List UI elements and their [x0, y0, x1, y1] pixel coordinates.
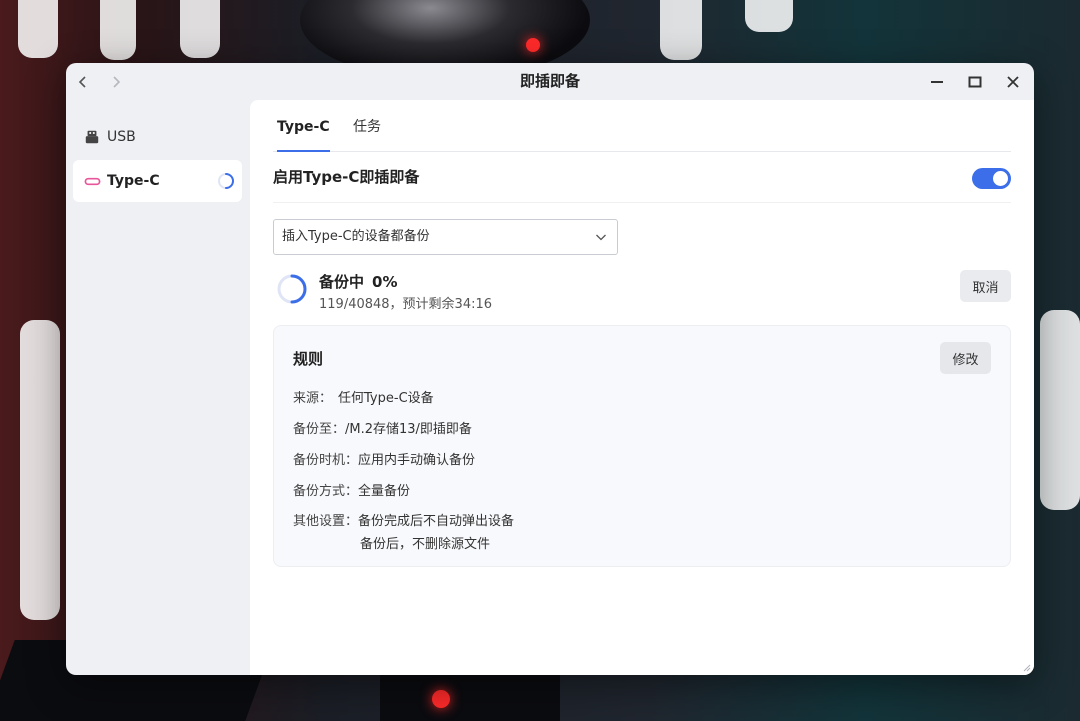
close-button[interactable] — [1001, 70, 1025, 94]
backup-progress-detail: 119/40848，预计剩余34:16 — [319, 297, 493, 312]
chevron-down-icon — [596, 234, 606, 241]
usb-icon — [83, 128, 101, 146]
backup-progress-spinner-icon — [277, 274, 307, 304]
minimize-icon — [931, 81, 943, 83]
backup-mode-value: 插入Type-C的设备都备份 — [282, 229, 430, 244]
loading-spinner-icon — [218, 173, 234, 189]
enable-setting-row: 启用Type-C即插即备 — [273, 152, 1011, 203]
rule-value: /M.2存储13/即插即备 — [345, 422, 472, 437]
rule-key: 来源： — [293, 391, 333, 406]
sidebar-item-label: USB — [107, 129, 136, 145]
rule-key: 备份至： — [293, 422, 346, 437]
chevron-left-icon — [78, 76, 86, 88]
tab-type-c[interactable]: Type-C — [277, 100, 330, 152]
back-button[interactable] — [72, 71, 94, 93]
chevron-right-icon — [113, 76, 121, 88]
rule-row-source: 来源： 任何Type-C设备 — [293, 387, 434, 406]
wallpaper-red-light — [432, 690, 450, 708]
rule-row-timing: 备份时机： 应用内手动确认备份 — [293, 449, 475, 468]
wallpaper-light-shape — [1040, 310, 1080, 510]
rule-key: 备份方式： — [293, 484, 359, 499]
rules-card: 规则 修改 来源： 任何Type-C设备 备份至： /M.2存储13/即插即备 … — [273, 325, 1011, 567]
rule-row-other: 其他设置： 备份完成后不自动弹出设备 — [293, 510, 514, 529]
sidebar-item-usb[interactable]: USB — [73, 116, 242, 158]
rule-value: 备份完成后不自动弹出设备 — [358, 514, 515, 529]
backup-status-label: 备份中 — [319, 273, 365, 291]
wallpaper-light-shape — [20, 320, 60, 620]
maximize-button[interactable] — [963, 70, 987, 94]
backup-mode-select[interactable]: 插入Type-C的设备都备份 — [273, 219, 618, 255]
wallpaper-light-shape — [100, 0, 136, 60]
resize-grip-icon[interactable] — [1021, 662, 1031, 672]
wallpaper-light-shape — [18, 0, 58, 58]
app-window: 即插即备 USB Type-C Type-C 任务 启用Type-C即插即备 插… — [66, 63, 1034, 675]
wallpaper-light-shape — [180, 0, 220, 58]
minimize-button[interactable] — [925, 70, 949, 94]
sidebar-item-type-c[interactable]: Type-C — [73, 160, 242, 202]
rule-row-method: 备份方式： 全量备份 — [293, 480, 410, 499]
close-icon — [1007, 76, 1019, 88]
title-bar: 即插即备 — [66, 63, 1034, 100]
rule-value: 应用内手动确认备份 — [358, 453, 476, 468]
wallpaper-light-shape — [660, 0, 702, 60]
enable-toggle[interactable] — [972, 168, 1011, 189]
wallpaper-red-light — [526, 38, 540, 52]
sidebar: USB Type-C — [66, 100, 250, 675]
type-c-icon — [83, 172, 101, 190]
edit-rules-button[interactable]: 修改 — [940, 342, 991, 374]
maximize-icon — [968, 76, 982, 88]
rule-value-secondary: 备份后，不删除源文件 — [360, 537, 491, 552]
rules-title: 规则 — [293, 350, 324, 368]
enable-label: 启用Type-C即插即备 — [273, 168, 420, 186]
tab-bar: Type-C 任务 — [273, 100, 1011, 152]
cancel-button[interactable]: 取消 — [960, 270, 1011, 302]
rule-key: 其他设置： — [293, 514, 359, 529]
sidebar-item-label: Type-C — [107, 173, 160, 189]
backup-status-title: 备份中 0% — [319, 271, 397, 292]
rule-value: 全量备份 — [358, 484, 411, 499]
forward-button[interactable] — [105, 71, 127, 93]
wallpaper-dark-shape — [380, 675, 560, 721]
tab-tasks[interactable]: 任务 — [353, 100, 381, 151]
rule-key: 备份时机： — [293, 453, 359, 468]
wallpaper-light-shape — [745, 0, 793, 32]
rule-value: 任何Type-C设备 — [338, 391, 434, 406]
main-content: Type-C 任务 启用Type-C即插即备 插入Type-C的设备都备份 备份… — [250, 100, 1034, 675]
toggle-knob — [993, 171, 1008, 186]
rule-row-destination: 备份至： /M.2存储13/即插即备 — [293, 418, 472, 437]
window-title: 即插即备 — [519, 72, 580, 90]
backup-percent: 0% — [372, 273, 398, 291]
